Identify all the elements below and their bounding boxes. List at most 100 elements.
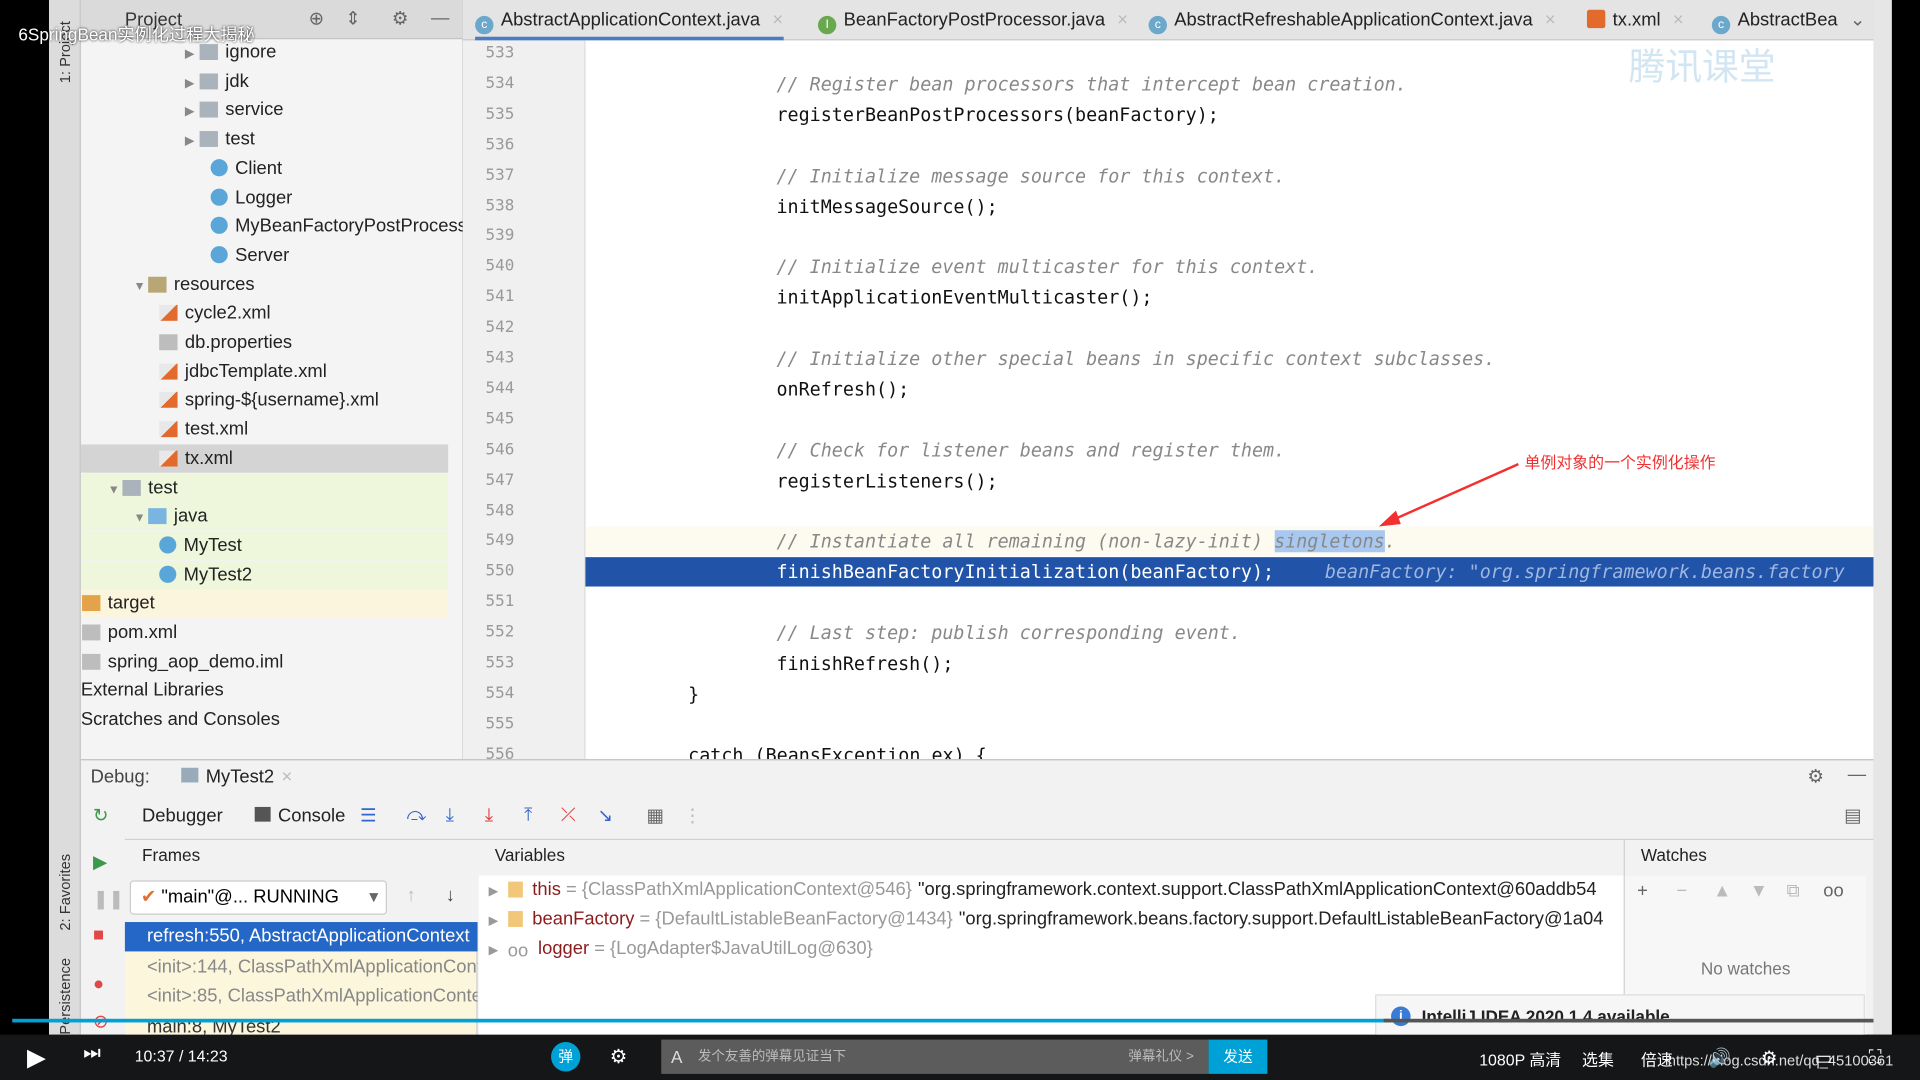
tree-item[interactable]: tx.xml	[80, 444, 449, 473]
code-editor[interactable]: // Register bean processors that interce…	[585, 40, 1874, 760]
add-watch-icon[interactable]: +	[1637, 880, 1648, 901]
tree-item[interactable]: Server	[81, 241, 448, 269]
code-line[interactable]	[585, 710, 1873, 739]
debugger-tab[interactable]: Debugger	[142, 806, 223, 827]
code-line[interactable]: initApplicationEventMulticaster();	[585, 283, 1873, 312]
rerun-icon[interactable]: ↻	[93, 804, 108, 827]
locate-icon[interactable]: ⊕	[309, 7, 324, 30]
collapse-all-icon[interactable]: ⇕	[345, 7, 360, 30]
code-line[interactable]	[585, 131, 1873, 160]
stack-frame[interactable]: <init>:85, ClassPathXmlApplicationContex…	[125, 982, 478, 1011]
tree-item[interactable]: ▶ test	[81, 125, 448, 153]
tree-item[interactable]: ▼ resources	[81, 270, 448, 298]
variable-row[interactable]: ▶ beanFactory = {DefaultListableBeanFacto…	[489, 905, 1604, 934]
danmaku-settings-icon[interactable]: ⚙	[610, 1044, 628, 1068]
tree-item[interactable]: MyBeanFactoryPostProcessor	[81, 212, 463, 240]
layout-icon[interactable]: ☰	[360, 804, 376, 827]
code-line[interactable]: catch (BeansException ex) {	[585, 740, 1873, 759]
glasses-icon[interactable]: oo	[1823, 880, 1843, 901]
code-line[interactable]: onRefresh();	[585, 375, 1873, 404]
settings-gear-icon[interactable]: ⚙	[1807, 765, 1823, 788]
code-line[interactable]	[585, 222, 1873, 251]
collapsed-arrow-icon[interactable]: ▶	[185, 98, 200, 126]
tree-item[interactable]: External Libraries	[81, 676, 448, 704]
code-line[interactable]: // Instantiate all remaining (non-lazy-i…	[585, 527, 1874, 557]
editor-tab[interactable]: tx.xml ×	[1586, 0, 1684, 40]
pause-icon[interactable]: ❚❚	[93, 888, 124, 910]
code-line[interactable]: // Initialize event multicaster for this…	[585, 253, 1873, 282]
remove-watch-icon[interactable]: −	[1676, 880, 1687, 901]
force-step-into-icon[interactable]: ⤓	[485, 804, 493, 825]
code-line[interactable]	[585, 314, 1873, 343]
step-into-icon[interactable]: ⤓	[446, 804, 454, 825]
step-out-icon[interactable]: ⤒	[524, 804, 532, 825]
thread-selector[interactable]: ✔ "main"@... RUNNING ▾	[129, 880, 387, 915]
expanded-arrow-icon[interactable]: ▼	[133, 273, 148, 301]
code-line[interactable]: }	[585, 679, 1873, 708]
step-over-icon[interactable]: ⤼	[407, 804, 427, 825]
view-breakpoints-icon[interactable]: ●	[93, 973, 104, 994]
move-up-icon[interactable]: ▲	[1713, 880, 1731, 901]
tab-overflow-icon[interactable]: ⌄	[1850, 10, 1865, 31]
settings-icon[interactable]: ⚙	[1761, 1047, 1777, 1069]
expand-arrow-icon[interactable]: ▶	[489, 944, 498, 957]
code-line[interactable]	[585, 497, 1873, 526]
run-to-cursor-icon[interactable]: ↘	[598, 804, 613, 827]
code-line[interactable]: finishBeanFactoryInitialization(beanFact…	[585, 557, 1874, 587]
stop-icon[interactable]: ■	[93, 924, 104, 945]
next-icon[interactable]: ⏭	[83, 1043, 101, 1065]
danmaku-toggle-icon[interactable]: 弹	[551, 1042, 581, 1072]
code-line[interactable]	[585, 588, 1873, 617]
send-danmaku-button[interactable]: 发送	[1208, 1039, 1268, 1074]
code-line[interactable]: finishRefresh();	[585, 649, 1873, 678]
code-line[interactable]: // Initialize message source for this co…	[585, 161, 1873, 190]
close-icon[interactable]: ×	[281, 767, 292, 788]
console-tab[interactable]: Console	[254, 806, 345, 827]
video-progress-played[interactable]	[12, 1018, 1390, 1023]
debug-session-tab[interactable]: MyTest2 ×	[181, 767, 292, 788]
collapsed-arrow-icon[interactable]: ▶	[185, 69, 200, 97]
expand-arrow-icon[interactable]: ▶	[489, 915, 498, 928]
play-icon[interactable]: ▶	[27, 1042, 46, 1073]
stack-frame[interactable]: <init>:144, ClassPathXmlApplicationConte…	[125, 952, 478, 981]
close-tab-icon[interactable]: ×	[1117, 10, 1128, 31]
code-line[interactable]: registerBeanPostProcessors(beanFactory);	[585, 100, 1873, 129]
danmaku-etiquette-link[interactable]: 弹幕礼仪 >	[1128, 1040, 1193, 1074]
code-line[interactable]	[585, 405, 1873, 434]
danmaku-input[interactable]: A 发个友善的弹幕见证当下 弹幕礼仪 >	[661, 1039, 1209, 1074]
evaluate-expression-icon[interactable]: ▦	[647, 804, 664, 827]
text-style-icon[interactable]: A	[671, 1040, 682, 1074]
tree-item[interactable]: MyTest	[80, 531, 449, 560]
tree-item[interactable]: Scratches and Consoles	[81, 705, 448, 733]
tree-item[interactable]: Client	[81, 154, 448, 182]
tree-item[interactable]: ▶ jdk	[81, 67, 448, 95]
editor-tab[interactable]: I BeanFactoryPostProcessor.java ×	[817, 0, 1128, 40]
tree-item[interactable]: db.properties	[81, 328, 448, 356]
favorites-tool-tab[interactable]: 2: Favorites	[56, 854, 73, 931]
hide-icon[interactable]: —	[431, 7, 449, 28]
expanded-arrow-icon[interactable]: ▼	[133, 505, 148, 533]
variable-row[interactable]: ▶ oo logger = {LogAdapter$JavaUtilLog@630}	[489, 934, 879, 963]
tree-item[interactable]: test.xml	[81, 415, 448, 443]
expanded-arrow-icon[interactable]: ▼	[108, 476, 123, 504]
previous-frame-icon[interactable]: ↑	[407, 885, 416, 906]
trace-icon[interactable]: ⋮	[683, 804, 701, 827]
stack-frame[interactable]: main:8, MyTest2	[125, 1012, 478, 1035]
tree-item[interactable]: Logger	[81, 183, 448, 211]
persistence-tool-tab[interactable]: Persistence	[56, 958, 73, 1035]
episodes-button[interactable]: 选集	[1582, 1047, 1614, 1070]
update-notification[interactable]: i IntelliJ IDEA 2020.1.4 available	[1375, 994, 1865, 1039]
tree-item[interactable]: MyTest2	[80, 560, 449, 589]
minimize-icon[interactable]: —	[1848, 764, 1866, 785]
gear-icon[interactable]: ⚙	[392, 7, 408, 30]
fullscreen-icon[interactable]: ⛶	[1869, 1047, 1882, 1068]
variable-row[interactable]: ▶ this = {ClassPathXmlApplicationContext@…	[489, 876, 1597, 905]
resume-icon[interactable]: ▶	[93, 851, 107, 873]
code-line[interactable]: initMessageSource();	[585, 192, 1873, 221]
widescreen-icon[interactable]: ▭	[1815, 1047, 1832, 1069]
close-tab-icon[interactable]: ×	[772, 10, 783, 31]
code-line[interactable]: // Initialize other special beans in spe…	[585, 344, 1873, 373]
quality-button[interactable]: 1080P 高清	[1479, 1047, 1561, 1070]
tree-item[interactable]: spring-${username}.xml	[81, 386, 448, 414]
copy-icon[interactable]: ⧉	[1787, 880, 1800, 901]
